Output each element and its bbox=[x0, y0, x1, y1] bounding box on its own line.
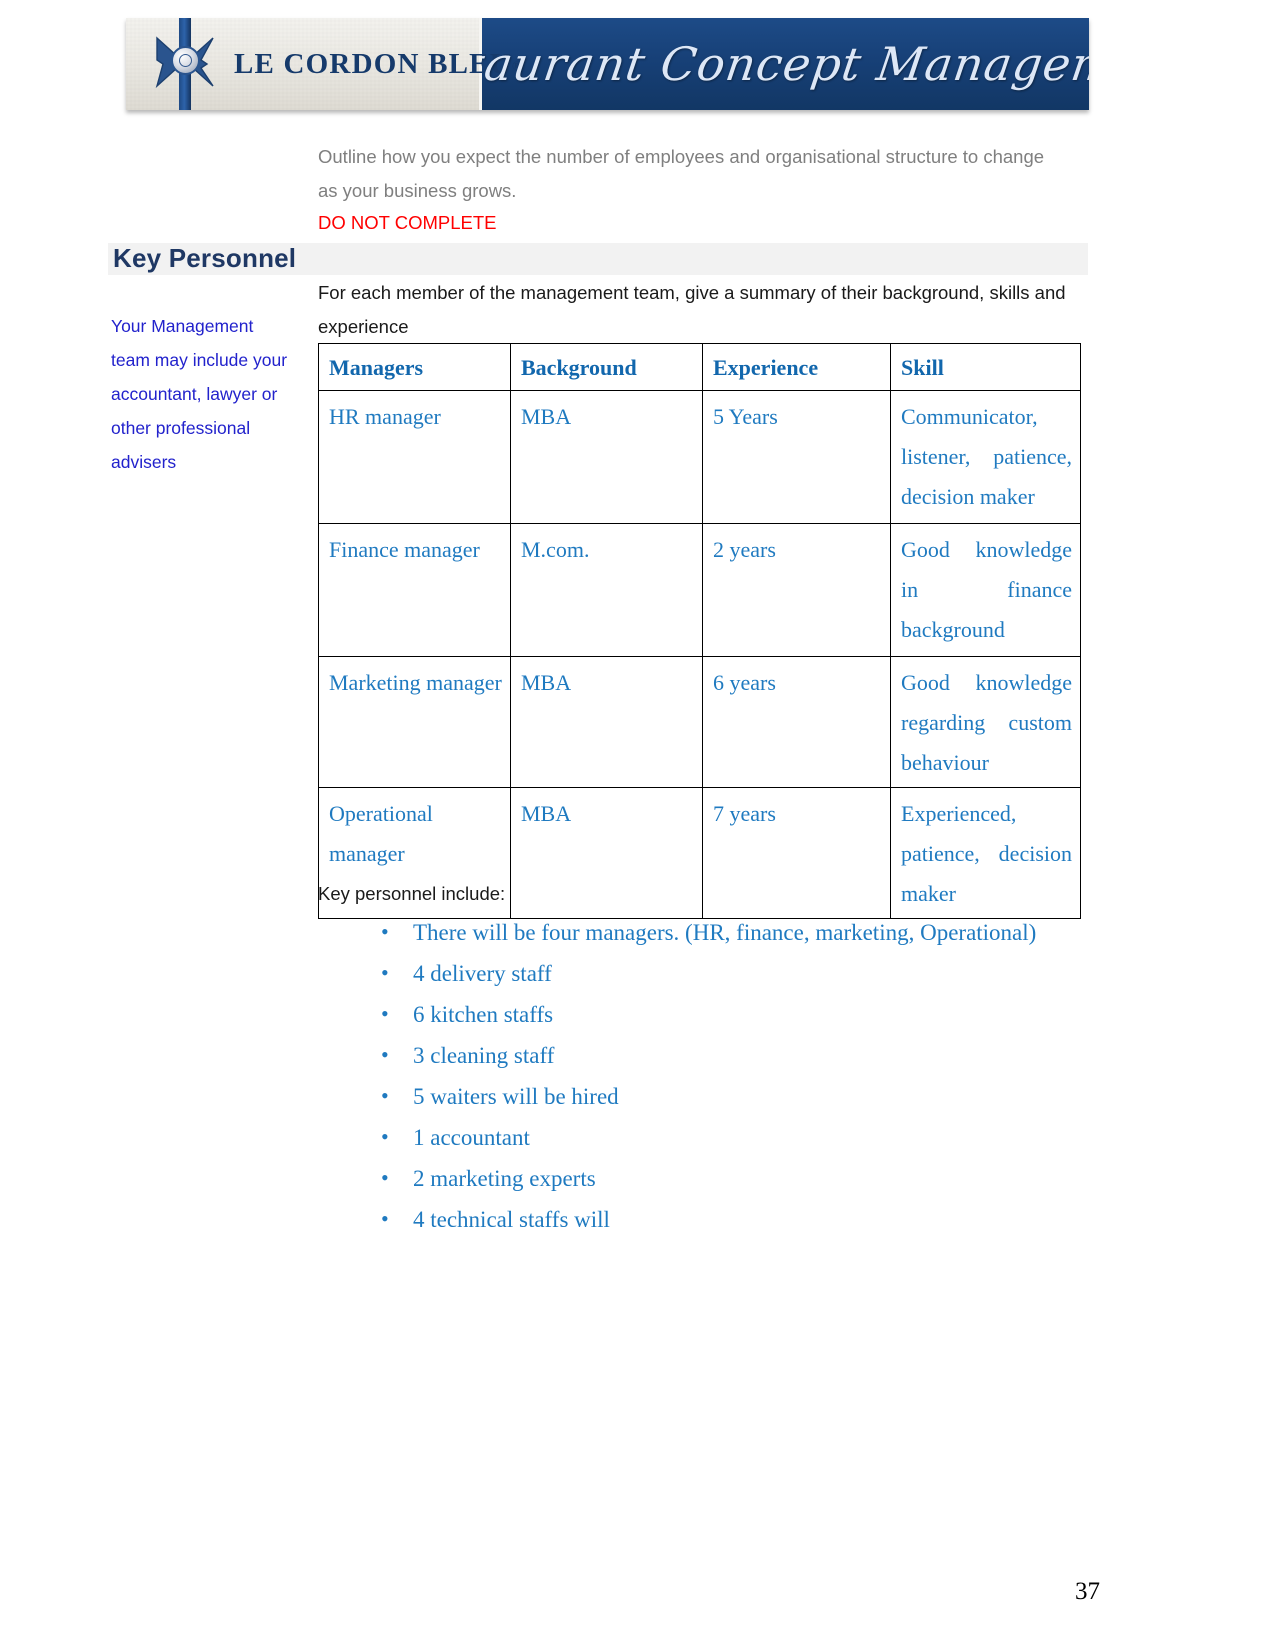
list-item: 3 cleaning staff bbox=[371, 1034, 1091, 1076]
cell-experience: 5 Years bbox=[702, 390, 891, 524]
column-header-experience: Experience bbox=[702, 343, 891, 391]
do-not-complete-notice: DO NOT COMPLETE bbox=[318, 212, 497, 233]
cell-manager: Marketing manager bbox=[318, 656, 511, 788]
page-title: Key Personnel bbox=[113, 243, 297, 273]
list-item: 4 delivery staff bbox=[371, 952, 1091, 994]
header-banner: LE CORDON BLEU® Restaurant Concept Manag… bbox=[126, 18, 1089, 110]
cell-background: M.com. bbox=[510, 523, 703, 657]
table-row: Finance manager M.com. 2 years Good know… bbox=[318, 523, 1081, 657]
crest-medallion-icon bbox=[171, 46, 200, 75]
list-item: There will be four managers. (HR, financ… bbox=[371, 911, 1091, 953]
column-header-background: Background bbox=[510, 343, 703, 391]
brand-name-text: LE CORDON BLEU bbox=[234, 47, 512, 80]
document-page: LE CORDON BLEU® Restaurant Concept Manag… bbox=[0, 0, 1275, 1651]
management-team-table: Managers Background Experience Skill HR … bbox=[318, 343, 1081, 919]
cell-skill: Good knowledge regarding custom behaviou… bbox=[890, 656, 1081, 788]
column-header-skill: Skill bbox=[890, 343, 1081, 391]
table-row: HR manager MBA 5 Years Communicator, lis… bbox=[318, 390, 1081, 524]
key-personnel-list: There will be four managers. (HR, financ… bbox=[343, 911, 1091, 1240]
cell-background: MBA bbox=[510, 787, 703, 919]
key-personnel-intro: Key personnel include: bbox=[318, 883, 506, 904]
course-title-panel: Restaurant Concept Management bbox=[479, 18, 1089, 110]
intro-paragraph: Outline how you expect the number of emp… bbox=[318, 146, 1045, 201]
list-item: 2 marketing experts bbox=[371, 1157, 1091, 1199]
column-header-managers: Managers bbox=[318, 343, 511, 391]
list-item: 5 waiters will be hired bbox=[371, 1075, 1091, 1117]
cell-experience: 7 years bbox=[702, 787, 891, 919]
cell-background: MBA bbox=[510, 390, 703, 524]
cell-skill: Experienced, patience, decision maker bbox=[890, 787, 1081, 919]
cell-manager: HR manager bbox=[318, 390, 511, 524]
cell-experience: 6 years bbox=[702, 656, 891, 788]
margin-note: Your Management team may include your ac… bbox=[111, 316, 288, 472]
brand-panel: LE CORDON BLEU® bbox=[126, 18, 522, 110]
list-item: 4 technical staffs will bbox=[371, 1198, 1091, 1240]
cell-skill: Good knowledge in finance background bbox=[890, 523, 1081, 657]
table-row: Marketing manager MBA 6 years Good knowl… bbox=[318, 656, 1081, 788]
cell-background: MBA bbox=[510, 656, 703, 788]
list-item: 6 kitchen staffs bbox=[371, 993, 1091, 1035]
cell-manager: Finance manager bbox=[318, 523, 511, 657]
cell-skill: Communicator, listener, patience, decisi… bbox=[890, 390, 1081, 524]
management-team-table-wrapper: Managers Background Experience Skill HR … bbox=[318, 343, 1081, 919]
course-title-text: Restaurant Concept Management bbox=[479, 37, 1089, 91]
table-header-row: Managers Background Experience Skill bbox=[318, 343, 1081, 391]
cell-experience: 2 years bbox=[702, 523, 891, 657]
cordon-bleu-crest-icon bbox=[152, 18, 218, 110]
lead-paragraph: For each member of the management team, … bbox=[318, 282, 1066, 337]
page-number: 37 bbox=[1075, 1578, 1100, 1605]
brand-wordmark: LE CORDON BLEU® bbox=[234, 48, 522, 81]
list-item: 1 accountant bbox=[371, 1116, 1091, 1158]
